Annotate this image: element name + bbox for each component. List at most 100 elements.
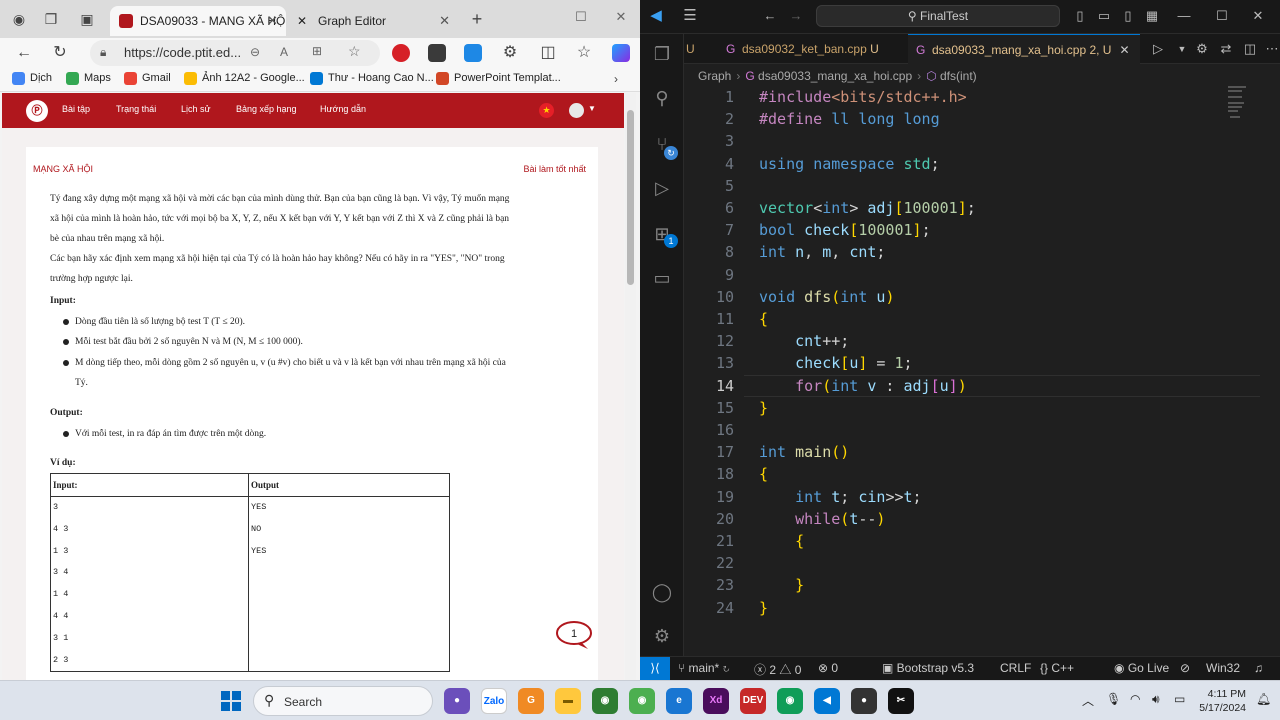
account-icon[interactable]: ◯ [650,580,674,604]
customize-layout-icon[interactable]: ▦ [1142,6,1162,26]
favorite-star-icon[interactable]: ☆ [348,43,361,60]
code-line[interactable]: while(t--) [759,508,885,530]
bookmark-gmail[interactable]: Gmail [124,72,171,85]
problems-status[interactable]: ⓧ 2 △ 0 [754,661,801,678]
code-line[interactable]: int n, m, cnt; [759,241,885,263]
go-live-status[interactable]: ◉ Go Live [1114,661,1169,675]
vscode-app-icon[interactable]: ◀ [814,688,840,714]
breadcrumb-file[interactable]: dsa09033_mang_xa_hoi.cpp [758,69,912,83]
new-tab-icon[interactable]: + [466,8,488,30]
file-explorer-icon[interactable]: ▬ [555,688,581,714]
branch-status[interactable]: ⑂ main* ↻ [678,661,730,675]
tab-graph-editor[interactable]: ✕ Graph Editor ✕ [288,6,458,36]
bookmark-powerpoint[interactable]: PowerPoint Templat... [436,72,561,85]
tab-problem[interactable]: DSA09033 - MANG XÃ HỘI ✕ [110,6,286,36]
nav-trang-thai[interactable]: Trạng thái [116,104,156,114]
close-tab-icon[interactable]: ✕ [1119,43,1129,57]
code-line[interactable]: using namespace std; [759,153,940,175]
breadcrumb-symbol[interactable]: dfs(int) [940,69,977,83]
clock[interactable]: 4:11 PM 5/17/2024 [1196,687,1246,715]
battery-icon[interactable]: ▭ [1174,692,1185,706]
minimap[interactable] [1228,86,1268,146]
start-windows-icon[interactable] [221,691,241,711]
more-actions-icon[interactable]: ⋯ [1262,39,1280,59]
tab-actions-icon[interactable]: ▣ [76,8,98,30]
url-field[interactable]: 🔒︎ https://code.ptit.ed... ⊖ A ⊞ ☆ [90,40,380,66]
close-tab-icon[interactable]: ✕ [267,6,278,36]
search-icon[interactable]: ⚲ [650,86,674,110]
wifi-icon[interactable]: ◠ [1130,692,1140,706]
edge-app-icon[interactable]: e [666,688,692,714]
favorites-icon[interactable]: ☆ [572,42,596,64]
platform-status[interactable]: Win32 [1206,661,1240,675]
close-window-icon[interactable]: ✕ [1248,6,1268,26]
code-line[interactable]: } [759,574,804,596]
ptit-logo[interactable]: Ⓟ [26,100,48,122]
code-line[interactable]: for(int v : adj[u]) [759,375,967,397]
tab-untracked[interactable]: U [684,34,718,64]
chrome-app-icon[interactable]: ◉ [592,688,618,714]
nav-lich-su[interactable]: Lịch sử [181,104,211,114]
explorer-icon[interactable]: ❐ [650,42,674,66]
code-line[interactable]: } [759,397,768,419]
toggle-secondary-sidebar-icon[interactable]: ▯ [1118,6,1138,26]
microphone-icon[interactable]: 🎙︎ [1106,692,1121,706]
page-scroll-thumb[interactable] [627,110,634,285]
breadcrumb-folder[interactable]: Graph [698,69,731,83]
remote-indicator-icon[interactable]: ⟩⟨ [640,657,670,680]
close-window-icon[interactable]: ✕ [608,6,634,28]
ext-red-icon[interactable] [392,44,410,62]
xd-app-icon[interactable]: Xd [703,688,729,714]
ext-dark-icon[interactable] [428,44,446,62]
vietnam-flag-icon[interactable]: ★ [539,103,554,118]
code-line[interactable]: { [759,530,804,552]
split-screen-icon[interactable]: ◫ [536,42,560,64]
eol-status[interactable]: CRLF [1000,661,1031,675]
toggle-panel-icon[interactable]: ▭ [1094,6,1114,26]
run-debug-icon[interactable]: ▷ [650,176,674,200]
code-line[interactable]: { [759,463,768,485]
settings-gear-icon[interactable]: ⚙ [1192,39,1212,59]
tab-dsa09032[interactable]: G dsa09032_ket_ban.cpp U [718,34,904,64]
extensions-icon[interactable]: ⚙ [498,42,522,64]
close-tab-icon[interactable]: ✕ [439,6,450,36]
code-line[interactable]: vector<int> adj[100001]; [759,197,976,219]
app-orange-icon[interactable]: G [518,688,544,714]
compare-icon[interactable]: ⇄ [1216,39,1236,59]
code-line[interactable]: #include<bits/stdc++.h> [759,86,967,108]
nav-back-icon[interactable]: ← [760,6,780,26]
profile-icon[interactable]: ◉ [8,8,30,30]
bookmark-dich[interactable]: Dịch [12,72,52,85]
toggle-sidebar-icon[interactable]: ▯ [1070,6,1090,26]
maximize-icon[interactable]: ☐ [1212,6,1232,26]
bookmark-mail[interactable]: Thư - Hoang Cao N... [310,72,434,85]
code-line[interactable]: #define ll long long [759,108,940,130]
chevron-down-icon[interactable]: ▼ [588,104,596,113]
notification-bell-icon[interactable]: 🔔︎ [1256,692,1271,706]
code-line[interactable]: cnt++; [759,330,849,352]
copilot-status-icon[interactable]: ⊘ [1180,661,1190,675]
bookmark-maps[interactable]: Maps [66,72,111,85]
menu-icon[interactable]: ☰ [680,6,700,26]
code-line[interactable]: bool check[100001]; [759,219,931,241]
ext-blue-icon[interactable] [464,44,482,62]
code-line[interactable]: check[u] = 1; [759,352,912,374]
refresh-icon[interactable]: ↻ [48,42,72,64]
avatar[interactable] [569,103,584,118]
nav-huong-dan[interactable]: Hướng dẫn [320,104,366,114]
chat-bubble-icon[interactable]: 1 [555,620,593,650]
copilot-icon[interactable] [612,44,630,62]
nav-forward-icon[interactable]: → [786,6,806,26]
code-line[interactable]: int t; cin>>t; [759,486,921,508]
code-line[interactable]: } [759,597,768,619]
tab-dsa09033[interactable]: G dsa09033_mang_xa_hoi.cpp 2, U ✕ [908,34,1140,64]
volume-icon[interactable]: 🔊︎ [1152,692,1160,707]
bookmark-drive[interactable]: Ảnh 12A2 - Google... [184,72,305,85]
copilot-app-icon[interactable]: ● [444,688,470,714]
language-status[interactable]: {} C++ [1040,661,1074,675]
devcpp-app-icon[interactable]: DEV [740,688,766,714]
minimize-icon[interactable]: — [1174,6,1194,26]
app-available-icon[interactable]: ⊞ [312,44,322,58]
nav-bai-tap[interactable]: Bài tập [62,104,90,114]
split-editor-icon[interactable]: ◫ [1240,39,1260,59]
